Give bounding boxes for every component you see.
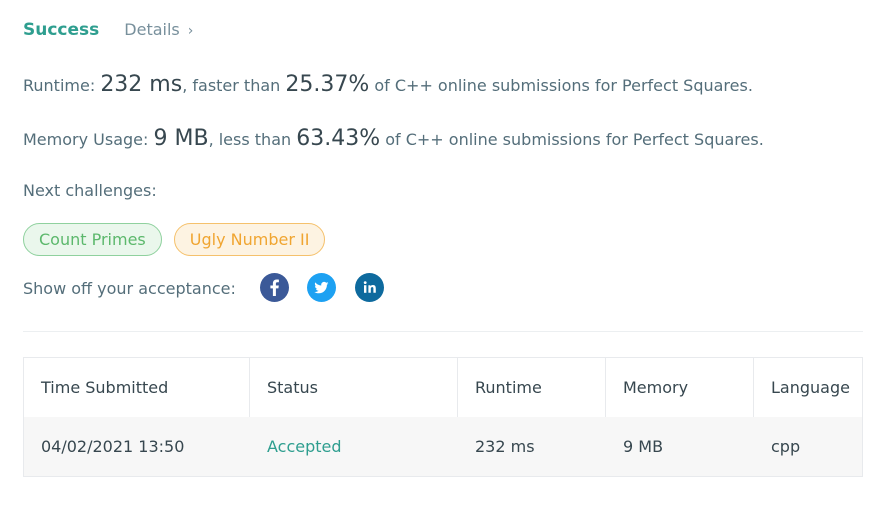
table-header-row: Time Submitted Status Runtime Memory Lan… (24, 358, 862, 417)
section-divider (23, 331, 863, 332)
submission-result-panel: Success Details › Runtime: 232 ms, faste… (0, 0, 869, 511)
runtime-summary: Runtime: 232 ms, faster than 25.37% of C… (23, 72, 753, 97)
success-status: Success (23, 20, 100, 40)
submissions-table: Time Submitted Status Runtime Memory Lan… (23, 357, 863, 477)
table-row: 04/02/2021 13:50 Accepted 232 ms 9 MB cp… (24, 417, 862, 476)
status-accepted-link[interactable]: Accepted (267, 437, 342, 456)
memory-summary: Memory Usage: 9 MB, less than 63.43% of … (23, 126, 764, 151)
runtime-suffix: of C++ online submissions for Perfect Sq… (369, 76, 753, 95)
runtime-middle: , faster than (182, 76, 286, 95)
cell-language: cpp (771, 437, 801, 456)
column-header-memory: Memory (606, 358, 754, 417)
column-header-runtime: Runtime (458, 358, 606, 417)
result-header: Success Details › (23, 20, 193, 40)
column-header-time-submitted: Time Submitted (24, 358, 250, 417)
challenge-tag-ugly-number-ii[interactable]: Ugly Number II (173, 223, 326, 256)
column-header-status: Status (250, 358, 458, 417)
next-challenges-list: Count Primes Ugly Number II (23, 223, 337, 256)
twitter-icon (314, 281, 329, 294)
runtime-prefix: Runtime: (23, 76, 101, 95)
memory-percent: 63.43% (296, 126, 381, 151)
memory-suffix: of C++ online submissions for Perfect Sq… (380, 130, 764, 149)
memory-prefix: Memory Usage: (23, 130, 154, 149)
details-label: Details (124, 20, 180, 39)
memory-middle: , less than (208, 130, 297, 149)
column-header-language: Language (771, 378, 850, 397)
cell-status: Accepted (250, 417, 458, 476)
linkedin-share-button[interactable] (355, 273, 384, 302)
linkedin-icon (363, 281, 376, 293)
facebook-share-button[interactable] (260, 273, 289, 302)
runtime-percent: 25.37% (285, 72, 370, 97)
cell-time-submitted: 04/02/2021 13:50 (41, 437, 185, 456)
runtime-value: 232 ms (100, 72, 183, 97)
next-challenges-label: Next challenges: (23, 181, 157, 200)
details-link[interactable]: Details › (124, 20, 193, 39)
share-label: Show off your acceptance: (23, 279, 236, 298)
facebook-icon (270, 279, 279, 296)
cell-runtime: 232 ms (475, 437, 535, 456)
memory-value: 9 MB (153, 126, 209, 151)
twitter-share-button[interactable] (307, 273, 336, 302)
chevron-right-icon: › (187, 23, 194, 39)
cell-memory: 9 MB (623, 437, 664, 456)
challenge-tag-count-primes[interactable]: Count Primes (23, 223, 162, 256)
